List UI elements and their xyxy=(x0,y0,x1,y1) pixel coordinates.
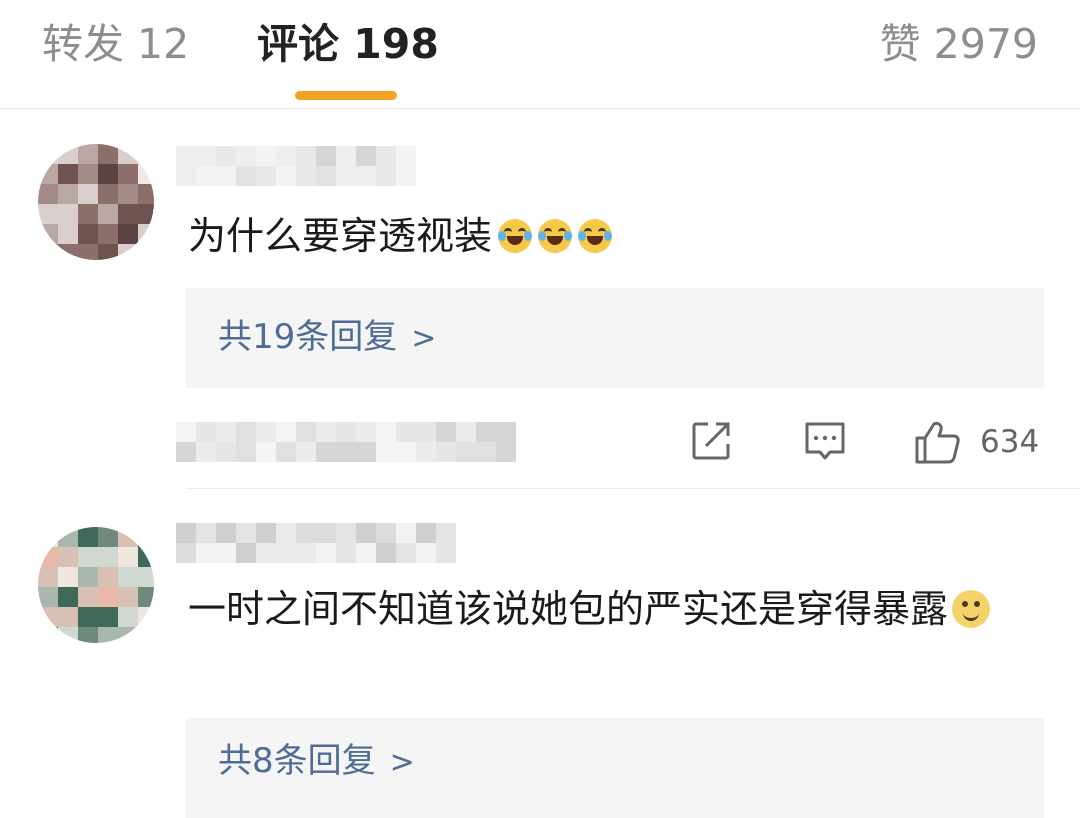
comment-item: 为什么要穿透视装 共19条回复 > 634 xyxy=(0,108,1080,488)
replies-count-label: 共19条回复 xyxy=(218,317,398,357)
tab-bar: 转发 12 评论 198 赞 2979 xyxy=(0,0,1080,109)
replies-box[interactable]: 共19条回复 > xyxy=(186,288,1044,388)
comment-item: 一时之间不知道该说她包的严实还是穿得暴露 共8条回复 > xyxy=(0,489,1080,818)
comment-text: 一时之间不知道该说她包的严实还是穿得暴露 xyxy=(188,583,1042,635)
laugh-cry-emoji xyxy=(578,219,613,253)
view-replies-link[interactable]: 共19条回复 > xyxy=(218,314,436,362)
username[interactable] xyxy=(176,146,416,186)
comment-meta xyxy=(176,422,516,462)
laugh-cry-emoji xyxy=(538,219,573,253)
like-count: 634 xyxy=(980,424,1040,460)
repost-icon xyxy=(692,422,730,460)
avatar[interactable] xyxy=(38,527,154,643)
tab-reposts[interactable]: 转发 12 xyxy=(42,18,189,70)
awkward-smile-emoji xyxy=(952,590,991,628)
like-button[interactable]: 634 xyxy=(914,420,1044,464)
thumbs-up-icon xyxy=(915,421,960,464)
tab-likes[interactable]: 赞 2979 xyxy=(880,18,1038,70)
reply-button[interactable] xyxy=(804,420,846,464)
replies-box[interactable]: 共8条回复 > xyxy=(186,718,1044,818)
comment-text-content: 为什么要穿透视装 xyxy=(188,214,493,258)
comment-icon xyxy=(805,422,845,460)
view-replies-link[interactable]: 共8条回复 > xyxy=(218,738,415,786)
active-tab-indicator xyxy=(295,91,397,100)
replies-count-label: 共8条回复 xyxy=(218,741,376,781)
laugh-cry-emoji xyxy=(498,219,533,253)
comment-text-content: 一时之间不知道该说她包的严实还是穿得暴露 xyxy=(188,587,949,631)
repost-button[interactable] xyxy=(690,420,732,464)
username[interactable] xyxy=(176,523,456,563)
chevron-right-icon: > xyxy=(411,321,437,356)
chevron-right-icon: > xyxy=(389,745,415,780)
avatar[interactable] xyxy=(38,144,154,260)
tab-comments[interactable]: 评论 198 xyxy=(257,18,439,70)
comment-text: 为什么要穿透视装 xyxy=(188,210,1042,262)
